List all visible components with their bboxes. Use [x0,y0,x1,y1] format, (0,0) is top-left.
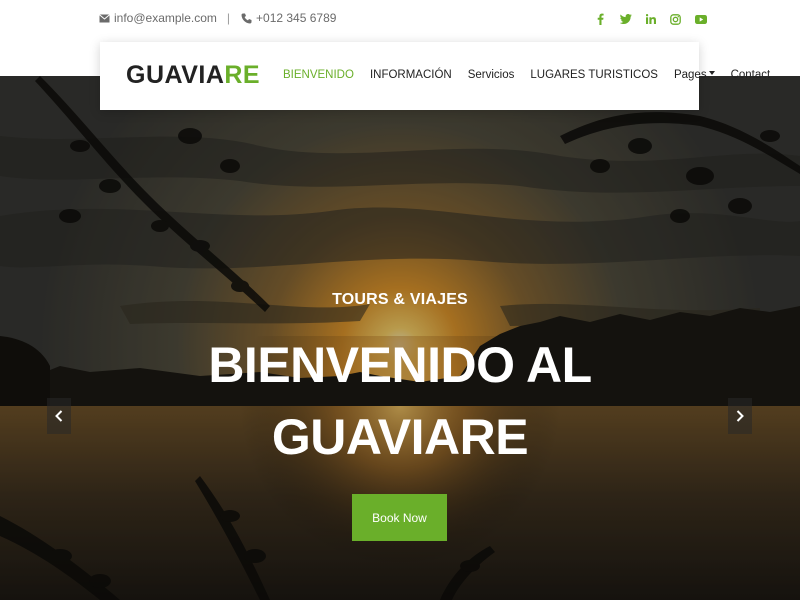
nav-item-lugares-turisticos[interactable]: LUGARES TURISTICOS [530,69,658,81]
contact-separator: | [226,11,231,25]
hero-title-line1: BIENVENIDO AL [208,337,592,393]
caret-down-icon [708,71,715,75]
contact-email[interactable]: info@example.com [114,11,217,25]
nav-menu: BIENVENIDO INFORMACIÓN Servicios LUGARES… [283,69,786,81]
carousel-next-button[interactable] [728,398,752,434]
logo-main-text: GUAVIA [126,61,225,89]
hero-title: BIENVENIDO AL GUAVIARE [0,336,800,480]
hero-title-line2: GUAVIARE [271,409,529,465]
carousel-prev-button[interactable] [47,398,71,434]
chevron-right-icon [736,410,744,422]
contact-info: info@example.com | +012 345 6789 [98,11,336,25]
hero-kicker: TOURS & VIAJES [332,291,468,308]
twitter-icon[interactable] [613,11,638,27]
linkedin-icon[interactable] [638,11,663,27]
instagram-icon[interactable] [663,11,688,27]
site-logo[interactable]: GUAVIARE [126,61,260,90]
phone-icon [240,12,252,24]
main-navbar: GUAVIARE BIENVENIDO INFORMACIÓN Servicio… [100,42,770,110]
social-links [588,11,713,27]
nav-item-servicios[interactable]: Servicios [468,69,515,81]
chevron-left-icon [55,410,63,422]
book-now-button[interactable]: Book Now [352,494,447,541]
logo-accent-text: RE [224,61,261,89]
nav-item-informacion[interactable]: INFORMACIÓN [370,69,452,81]
top-bar: info@example.com | +012 345 6789 [0,0,800,38]
nav-item-contact[interactable]: Contact [731,69,771,81]
nav-item-pages-label: Pages [673,69,707,81]
envelope-icon [98,12,110,24]
facebook-icon[interactable] [588,11,613,27]
contact-phone[interactable]: +012 345 6789 [256,11,336,25]
nav-item-pages[interactable]: Pages [674,69,715,81]
nav-item-bienvenido[interactable]: BIENVENIDO [283,69,354,81]
hero-carousel: TOURS & VIAJES BIENVENIDO AL GUAVIARE Bo… [0,76,800,600]
youtube-icon[interactable] [688,11,713,27]
